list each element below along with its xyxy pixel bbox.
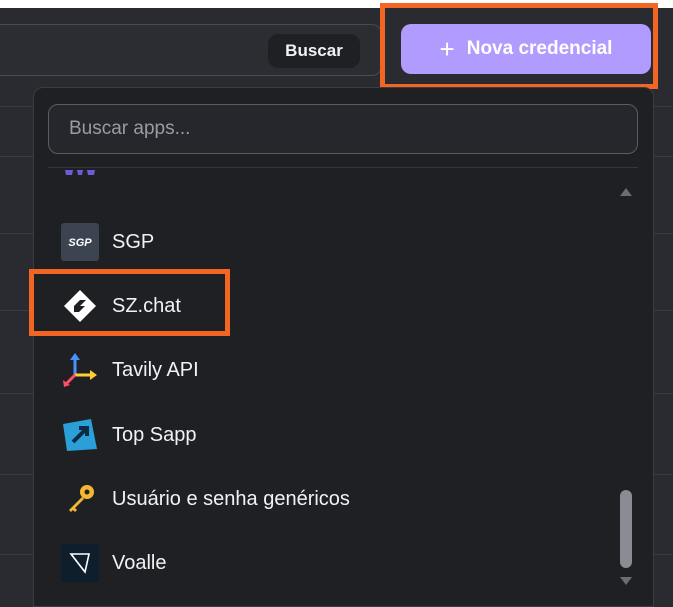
app-picker-dropdown: Buscar apps... SGP SGP SZ.chat Tavily AP… xyxy=(33,87,654,607)
topsapp-icon xyxy=(61,416,99,454)
list-item-topsapp[interactable]: Top Sapp xyxy=(61,413,197,457)
list-divider xyxy=(48,167,638,168)
list-item-label: Usuário e senha genéricos xyxy=(112,487,350,510)
list-item-generic-credentials[interactable]: Usuário e senha genéricos xyxy=(61,477,350,521)
partially-visible-app-icon xyxy=(61,170,99,193)
new-credential-highlight-box xyxy=(380,3,658,89)
scroll-up-arrow-icon[interactable] xyxy=(620,188,632,196)
list-item-label: Voalle xyxy=(112,551,167,574)
app-list: SGP SGP SZ.chat Tavily API Top Sapp Usuá… xyxy=(34,170,653,606)
szchat-highlight-box xyxy=(29,269,230,336)
scrollbar-thumb[interactable] xyxy=(620,490,632,568)
search-apps-input[interactable]: Buscar apps... xyxy=(48,104,638,154)
scroll-down-arrow-icon[interactable] xyxy=(620,577,632,585)
tavily-icon xyxy=(61,351,99,389)
svg-text:SGP: SGP xyxy=(68,237,92,249)
list-item-voalle[interactable]: Voalle xyxy=(61,541,167,585)
voalle-icon xyxy=(61,544,99,582)
list-item-partial[interactable] xyxy=(61,170,112,196)
search-button[interactable]: Buscar xyxy=(268,34,360,68)
list-item-label: Top Sapp xyxy=(112,423,197,446)
key-icon xyxy=(61,480,99,518)
list-item-label: Tavily API xyxy=(112,358,199,381)
sgp-icon: SGP xyxy=(61,223,99,261)
list-item-label: SGP xyxy=(112,230,155,253)
list-item-tavily[interactable]: Tavily API xyxy=(61,348,199,392)
list-item-sgp[interactable]: SGP SGP xyxy=(61,220,154,264)
